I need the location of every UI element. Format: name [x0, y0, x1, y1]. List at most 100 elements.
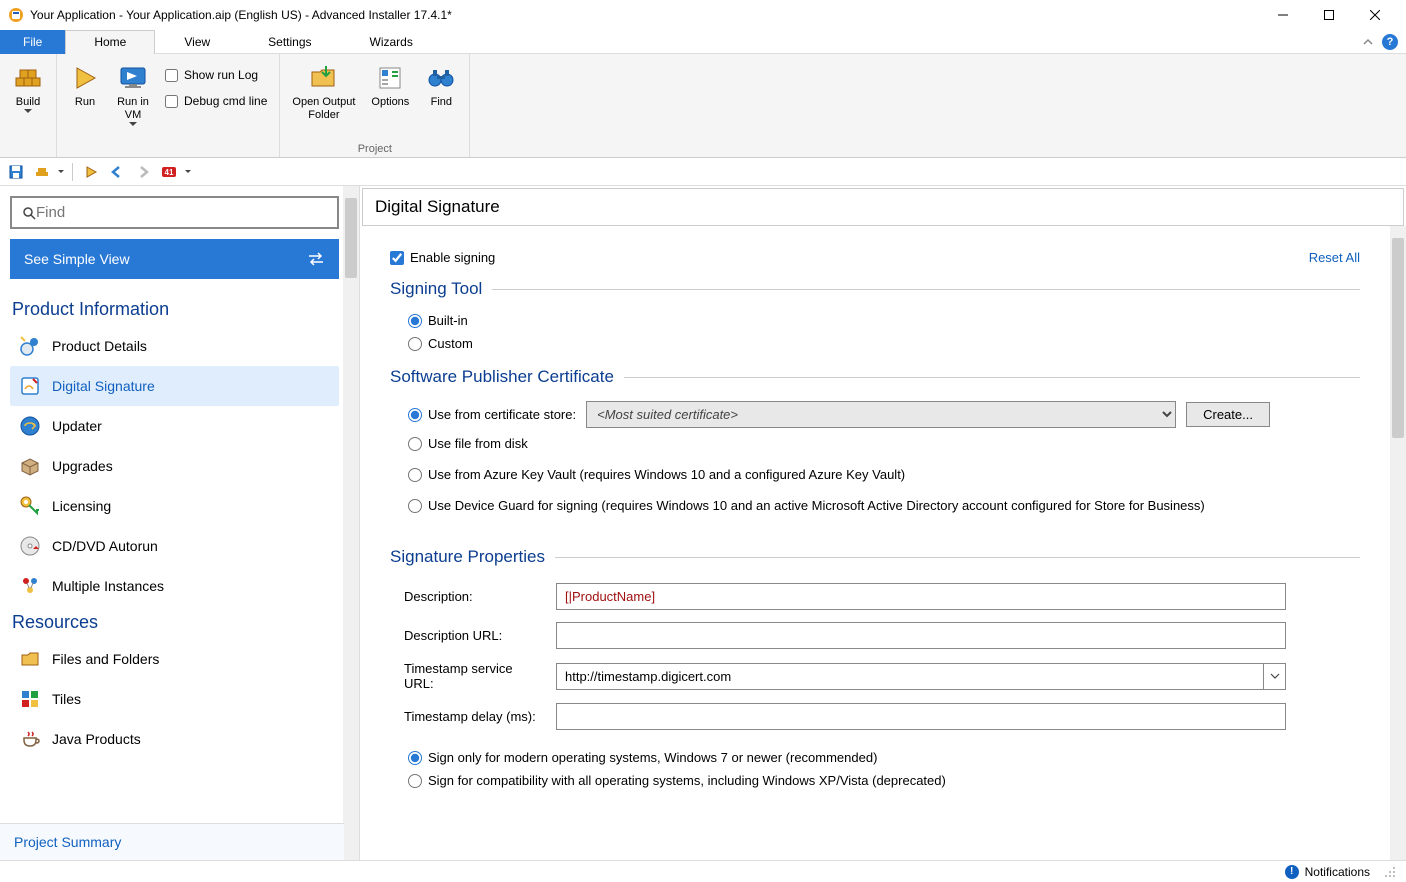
sidebar-item-cddvd[interactable]: CD/DVD Autorun — [10, 526, 339, 566]
show-run-log-label: Show run Log — [184, 68, 258, 82]
find-label: Find — [431, 96, 452, 109]
quick-access-toolbar: 41 — [0, 158, 1406, 186]
show-run-log-check[interactable]: Show run Log — [159, 64, 273, 86]
input-description[interactable] — [556, 583, 1286, 610]
sidebar-item-label: Java Products — [52, 731, 141, 747]
reset-all-link[interactable]: Reset All — [1309, 250, 1360, 265]
folder-icon — [18, 647, 42, 671]
radio-label: Use from Azure Key Vault (requires Windo… — [428, 467, 905, 482]
radio-compat-os[interactable]: Sign for compatibility with all operatin… — [390, 769, 1360, 792]
section-header-label: Signing Tool — [390, 279, 482, 299]
sidebar-item-multiple-instances[interactable]: Multiple Instances — [10, 566, 339, 606]
options-label: Options — [371, 96, 409, 109]
open-output-folder-button[interactable]: Open Output Folder — [286, 58, 361, 126]
run-icon[interactable] — [81, 162, 101, 182]
dropdown-arrow-icon[interactable] — [58, 170, 64, 174]
open-output-label: Open Output Folder — [292, 96, 355, 122]
info-icon[interactable]: ! — [1285, 865, 1299, 879]
enable-signing-check[interactable]: Enable signing — [390, 250, 495, 265]
section-sig-props: Signature Properties — [390, 547, 1360, 567]
sidebar-item-label: Upgrades — [52, 458, 113, 474]
radio-label: Built-in — [428, 313, 468, 328]
sidebar-item-digital-signature[interactable]: Digital Signature — [10, 366, 339, 406]
section-header-label: Signature Properties — [390, 547, 545, 567]
find-button[interactable]: Find — [419, 58, 463, 113]
tab-view[interactable]: View — [155, 30, 239, 54]
licensing-icon — [18, 494, 42, 518]
separator — [72, 163, 73, 181]
chevron-down-icon[interactable] — [1263, 664, 1285, 689]
project-summary[interactable]: Project Summary — [0, 823, 344, 860]
signature-icon — [18, 374, 42, 398]
run-button[interactable]: Run — [63, 58, 107, 113]
collapse-ribbon-icon[interactable] — [1362, 36, 1374, 48]
instances-icon — [18, 574, 42, 598]
close-button[interactable] — [1352, 0, 1398, 30]
radio-cert-store[interactable]: Use from certificate store: — [408, 403, 576, 426]
tab-file[interactable]: File — [0, 30, 65, 54]
radio-azure[interactable]: Use from Azure Key Vault (requires Windo… — [390, 463, 1360, 486]
content-scrollbar[interactable] — [1390, 226, 1406, 860]
sidebar-item-product-details[interactable]: Product Details — [10, 326, 339, 366]
tab-wizards[interactable]: Wizards — [341, 30, 442, 54]
input-ts-delay[interactable] — [556, 703, 1286, 730]
dropdown-arrow-icon[interactable] — [185, 170, 191, 174]
radio-device-guard[interactable]: Use Device Guard for signing (requires W… — [390, 494, 1360, 517]
java-icon — [18, 727, 42, 751]
build-icon — [12, 62, 44, 94]
sidebar-item-licensing[interactable]: Licensing — [10, 486, 339, 526]
sidebar-item-upgrades[interactable]: Upgrades — [10, 446, 339, 486]
notifications-label[interactable]: Notifications — [1305, 865, 1370, 879]
build-icon[interactable] — [32, 162, 52, 182]
search-box[interactable] — [10, 196, 339, 229]
cert-dropdown[interactable]: <Most suited certificate> — [586, 401, 1176, 428]
content-body: Enable signing Reset All Signing Tool Bu… — [360, 226, 1390, 860]
upgrades-icon — [18, 454, 42, 478]
sidebar-item-updater[interactable]: Updater — [10, 406, 339, 446]
radio-builtin[interactable]: Built-in — [390, 309, 1360, 332]
sidebar-item-files-folders[interactable]: Files and Folders — [10, 639, 339, 679]
swap-icon — [307, 252, 325, 266]
input-ts-url[interactable] — [557, 664, 1263, 689]
sidebar-item-java-products[interactable]: Java Products — [10, 719, 339, 759]
build-button[interactable]: Build — [6, 58, 50, 117]
create-button[interactable]: Create... — [1186, 402, 1270, 427]
run-label: Run — [75, 96, 95, 109]
tab-home[interactable]: Home — [65, 30, 155, 54]
radio-label: Use from certificate store: — [428, 407, 576, 422]
simple-view-button[interactable]: See Simple View — [10, 239, 339, 279]
scrollbar-thumb[interactable] — [1392, 238, 1404, 438]
sidebar-scrollbar[interactable] — [343, 186, 359, 860]
sidebar-item-label: Multiple Instances — [52, 578, 164, 594]
radio-label: Use file from disk — [428, 436, 528, 451]
sidebar-item-label: Updater — [52, 418, 102, 434]
radio-custom[interactable]: Custom — [390, 332, 1360, 355]
issues-icon[interactable]: 41 — [159, 162, 179, 182]
scrollbar-thumb[interactable] — [345, 198, 357, 278]
maximize-button[interactable] — [1306, 0, 1352, 30]
save-icon[interactable] — [6, 162, 26, 182]
help-icon[interactable]: ? — [1382, 34, 1398, 50]
resize-grip-icon[interactable] — [1384, 866, 1396, 878]
combo-ts-url[interactable] — [556, 663, 1286, 690]
search-input[interactable] — [36, 204, 327, 221]
sidebar-item-label: Product Details — [52, 338, 147, 354]
radio-modern-os[interactable]: Sign only for modern operating systems, … — [390, 746, 1360, 769]
options-button[interactable]: Options — [365, 58, 415, 113]
run-in-vm-button[interactable]: Run in VM — [111, 58, 155, 130]
back-icon[interactable] — [107, 162, 127, 182]
forward-icon[interactable] — [133, 162, 153, 182]
tab-settings[interactable]: Settings — [239, 30, 340, 54]
sidebar-item-tiles[interactable]: Tiles — [10, 679, 339, 719]
radio-label: Use Device Guard for signing (requires W… — [428, 498, 1205, 513]
sidebar-item-label: Tiles — [52, 691, 81, 707]
ribbon-group-run: Run Run in VM Show run Log Debug cmd lin… — [57, 54, 280, 157]
label-ts-delay: Timestamp delay (ms): — [404, 709, 544, 724]
sidebar-item-label: CD/DVD Autorun — [52, 538, 158, 554]
radio-file-disk[interactable]: Use file from disk — [390, 432, 1360, 455]
content: Digital Signature Enable signing Reset A… — [360, 186, 1406, 860]
input-desc-url[interactable] — [556, 622, 1286, 649]
section-cert: Software Publisher Certificate — [390, 367, 1360, 387]
minimize-button[interactable] — [1260, 0, 1306, 30]
debug-cmd-check[interactable]: Debug cmd line — [159, 90, 273, 112]
